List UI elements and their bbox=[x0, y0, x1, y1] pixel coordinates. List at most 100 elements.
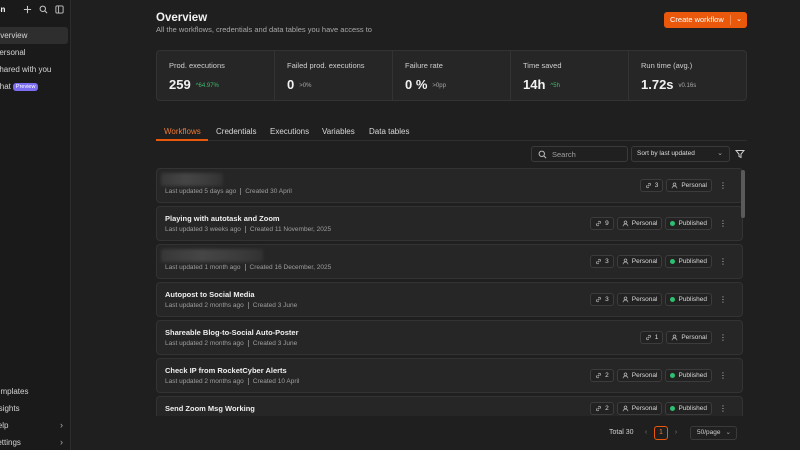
sidebar-item-shared[interactable]: Shared with you bbox=[0, 61, 68, 78]
stat-time-saved[interactable]: Time saved 14h ^5h bbox=[511, 51, 629, 100]
workflow-name[interactable]: Check IP from RocketCyber Alerts bbox=[165, 366, 287, 375]
stat-number: 0 % bbox=[405, 77, 428, 92]
created-date: Created 11 November, 2025 bbox=[249, 226, 332, 234]
sidebar-item-personal[interactable]: Personal bbox=[0, 44, 68, 61]
owner-chip[interactable]: Personal bbox=[616, 255, 663, 268]
owner-chip[interactable]: Personal bbox=[666, 331, 712, 344]
workflow-meta: Last updated 2 months ago Created 3 June bbox=[165, 302, 297, 309]
sidebar-item-label: Templates bbox=[0, 387, 29, 396]
main-content: Overview All the workflows, credentials … bbox=[71, 0, 800, 450]
workflow-name[interactable]: Send Zoom Msg Working bbox=[165, 404, 255, 413]
sidebar-item-label: Help bbox=[0, 421, 9, 430]
stat-delta: ^5h bbox=[550, 83, 560, 89]
workflow-row[interactable]: Shareable Blog-to-Social Auto-Poster Las… bbox=[156, 320, 743, 355]
links-chip[interactable]: 3 bbox=[590, 255, 614, 268]
links-chip[interactable]: 3 bbox=[639, 179, 664, 192]
more-options-icon[interactable]: ⋮ bbox=[718, 331, 728, 344]
workflow-actions: 1 Personal ⋮ bbox=[639, 331, 728, 344]
sidebar-item-label: Settings bbox=[0, 438, 21, 447]
create-workflow-label: Create workflow bbox=[670, 15, 724, 24]
stat-number: 0 bbox=[287, 77, 295, 92]
page-number-current[interactable]: 1 bbox=[654, 426, 668, 440]
sidebar-item-chat[interactable]: ChatPreview bbox=[0, 78, 68, 95]
workflow-row[interactable]: Last updated 5 days ago Created 30 April … bbox=[156, 168, 743, 203]
owner-chip[interactable]: Personal bbox=[616, 402, 663, 415]
stat-failed-executions[interactable]: Failed prod. executions 0 >0% bbox=[275, 51, 393, 100]
stat-delta: ^64.97% bbox=[196, 83, 219, 89]
links-chip[interactable]: 3 bbox=[590, 293, 614, 306]
sort-label: Sort by last updated bbox=[637, 150, 695, 157]
workflow-actions: 9 Personal Published ⋮ bbox=[590, 217, 728, 230]
sidebar-toggle-icon[interactable] bbox=[54, 5, 65, 16]
workflow-name[interactable]: Autopost to Social Media bbox=[165, 290, 255, 299]
links-chip[interactable]: 2 bbox=[590, 369, 614, 382]
sidebar-item-label: Chat bbox=[0, 82, 11, 91]
chevron-left-icon[interactable]: ‹ bbox=[641, 426, 651, 440]
tab-executions[interactable]: Executions bbox=[270, 127, 309, 136]
last-updated: Last updated 2 months ago bbox=[165, 378, 244, 386]
owner-chip[interactable]: Personal bbox=[666, 179, 712, 192]
sidebar-item-templates[interactable]: Templates bbox=[0, 383, 70, 400]
stat-failure-rate[interactable]: Failure rate 0 % >0pp bbox=[393, 51, 511, 100]
created-date: Created 3 June bbox=[252, 302, 298, 310]
plus-icon[interactable] bbox=[22, 5, 33, 16]
stat-delta-value: 0% bbox=[302, 82, 312, 89]
workflow-row[interactable]: Autopost to Social Media Last updated 2 … bbox=[156, 282, 743, 317]
more-options-icon[interactable]: ⋮ bbox=[718, 179, 728, 192]
links-chip[interactable]: 2 bbox=[590, 402, 614, 415]
more-options-icon[interactable]: ⋮ bbox=[718, 369, 728, 382]
search-input[interactable] bbox=[552, 149, 624, 160]
sidebar-item-label: Shared with you bbox=[0, 65, 52, 74]
owner-chip[interactable]: Personal bbox=[616, 293, 663, 306]
per-page-label: 50/page bbox=[697, 429, 721, 436]
stat-value: 0 % >0pp bbox=[405, 77, 446, 92]
tab-data-tables[interactable]: Data tables bbox=[369, 127, 409, 136]
stat-delta-value: 0pp bbox=[435, 82, 446, 89]
scrollbar-thumb[interactable] bbox=[741, 170, 745, 218]
published-dot-icon bbox=[670, 406, 676, 411]
create-workflow-button[interactable]: Create workflow ⌄ bbox=[664, 12, 747, 28]
workflow-name[interactable]: Playing with autotask and Zoom bbox=[165, 214, 280, 223]
search-icon bbox=[538, 150, 547, 159]
tab-variables[interactable]: Variables bbox=[322, 127, 355, 136]
sidebar-item-help[interactable]: Help › bbox=[0, 417, 70, 434]
filter-icon[interactable] bbox=[734, 147, 746, 161]
search-box[interactable] bbox=[531, 146, 628, 162]
workflow-row[interactable]: Send Zoom Msg Working 2 Personal Publish… bbox=[156, 396, 743, 416]
links-chip[interactable]: 1 bbox=[639, 331, 664, 344]
more-options-icon[interactable]: ⋮ bbox=[718, 217, 728, 230]
owner-chip[interactable]: Personal bbox=[616, 217, 663, 230]
sidebar-item-overview[interactable]: Overview bbox=[0, 27, 68, 44]
links-chip[interactable]: 9 bbox=[590, 217, 614, 230]
tab-workflows[interactable]: Workflows bbox=[164, 127, 201, 136]
stat-label: Failed prod. executions bbox=[287, 61, 365, 70]
sort-select[interactable]: Sort by last updated ⌄ bbox=[631, 146, 730, 162]
search-icon[interactable] bbox=[38, 5, 49, 16]
more-options-icon[interactable]: ⋮ bbox=[718, 402, 728, 415]
chevron-right-icon[interactable]: › bbox=[671, 426, 681, 440]
link-icon bbox=[596, 372, 602, 379]
list-scrollbar[interactable] bbox=[741, 170, 745, 415]
workflow-name[interactable]: Shareable Blog-to-Social Auto-Poster bbox=[165, 328, 299, 337]
more-options-icon[interactable]: ⋮ bbox=[718, 255, 728, 268]
per-page-select[interactable]: 50/page ⌄ bbox=[690, 426, 737, 440]
workflow-row[interactable]: Playing with autotask and Zoom Last upda… bbox=[156, 206, 743, 241]
workflow-row[interactable]: Check IP from RocketCyber Alerts Last up… bbox=[156, 358, 743, 393]
chevron-down-icon[interactable]: ⌄ bbox=[736, 12, 742, 28]
status-badge: Published bbox=[665, 293, 712, 306]
link-icon bbox=[645, 334, 651, 341]
owner-chip[interactable]: Personal bbox=[616, 369, 663, 382]
workflow-actions: 2 Personal Published ⋮ bbox=[590, 369, 728, 382]
workflow-row[interactable]: Last updated 1 month ago Created 16 Decem… bbox=[156, 244, 743, 279]
status-badge: Published bbox=[665, 402, 712, 415]
stat-delta: >0% bbox=[299, 83, 311, 89]
user-icon bbox=[622, 372, 629, 379]
tab-credentials[interactable]: Credentials bbox=[216, 127, 256, 136]
sidebar-item-insights[interactable]: Insights bbox=[0, 400, 70, 417]
stat-prod-executions[interactable]: Prod. executions 259 ^64.97% bbox=[157, 51, 275, 100]
stat-run-time[interactable]: Run time (avg.) 1.72s v0.16s bbox=[629, 51, 746, 100]
more-options-icon[interactable]: ⋮ bbox=[718, 293, 728, 306]
sidebar-item-settings[interactable]: Settings › bbox=[0, 434, 70, 450]
link-icon bbox=[645, 182, 651, 189]
stat-number: 14h bbox=[523, 77, 546, 92]
